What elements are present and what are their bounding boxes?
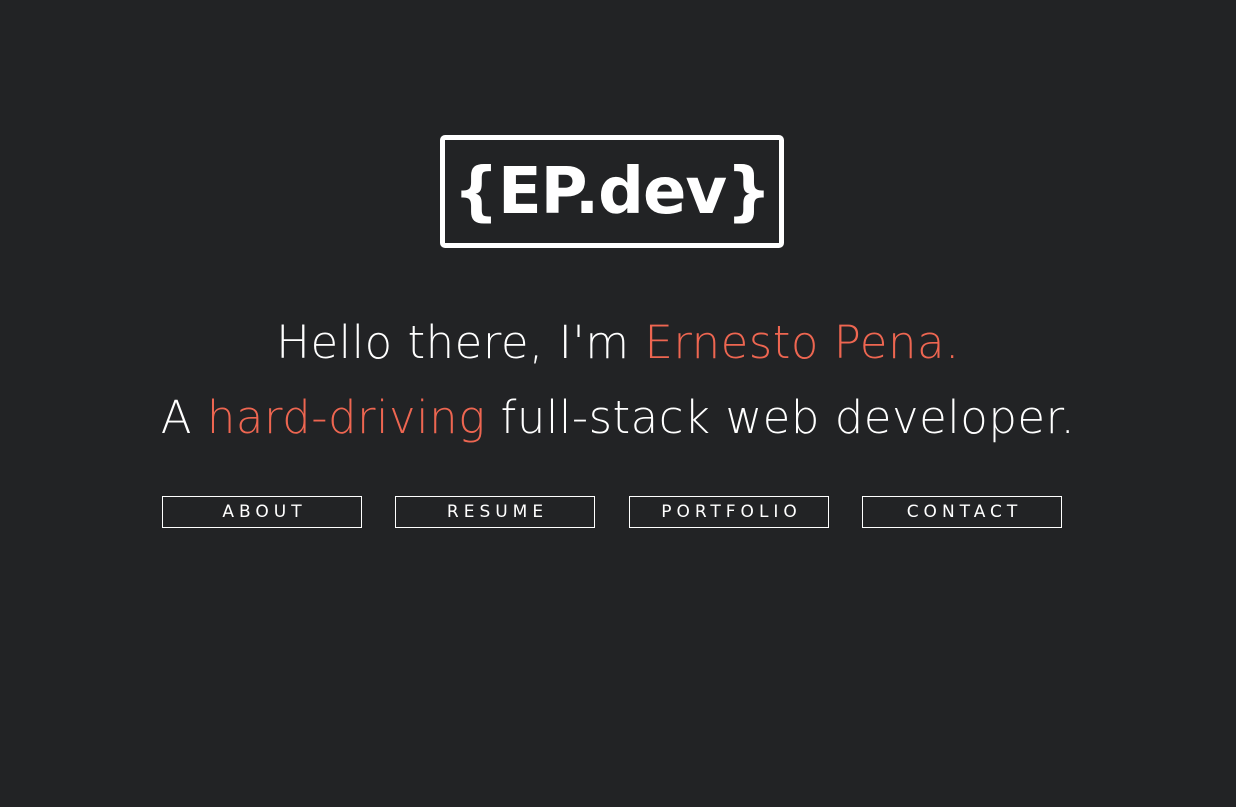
intro-line-2: A hard-driving full-stack web developer. xyxy=(0,395,1236,440)
intro-line-1: Hello there, I'm Ernesto Pena. xyxy=(0,320,1236,365)
contact-button[interactable]: CONTACT xyxy=(862,496,1062,528)
site-logo[interactable]: {EP.dev} xyxy=(440,135,784,248)
about-button[interactable]: ABOUT xyxy=(162,496,362,528)
resume-button[interactable]: RESUME xyxy=(395,496,595,528)
intro-role: full-stack web developer. xyxy=(485,391,1076,444)
intro-name: Ernesto Pena. xyxy=(644,316,960,369)
intro-greeting: Hello there, I'm xyxy=(276,316,645,369)
intro-adjective: hard-driving xyxy=(206,391,486,444)
portfolio-button[interactable]: PORTFOLIO xyxy=(629,496,829,528)
intro-article: A xyxy=(160,391,207,444)
logo-text: {EP.dev} xyxy=(453,154,771,229)
